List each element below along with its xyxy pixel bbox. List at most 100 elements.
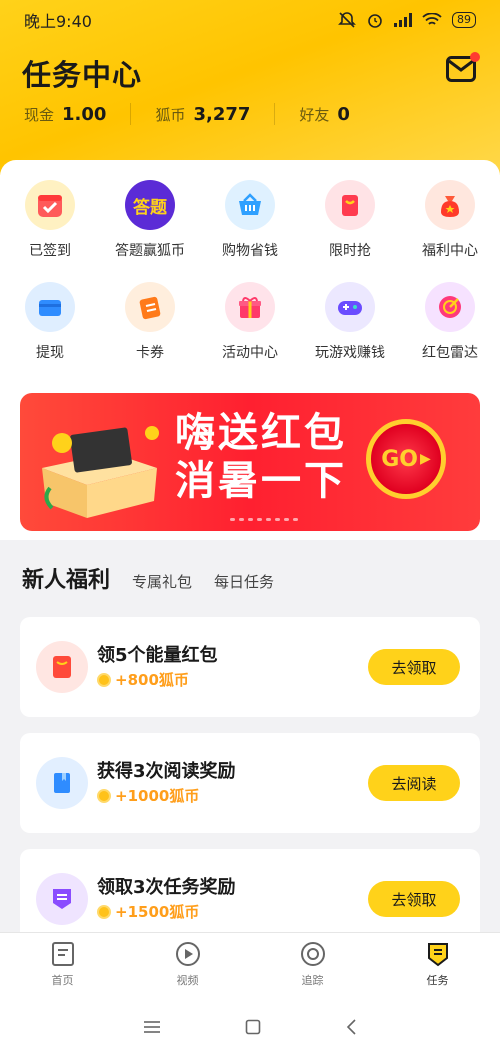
- quiz-icon: 答题: [125, 180, 175, 230]
- promo-banner[interactable]: 嗨送红包 消暑一下 GO ▶: [20, 393, 480, 531]
- divider: [274, 103, 276, 125]
- grid-label: 限时抢: [329, 243, 371, 259]
- read-button[interactable]: 去阅读: [368, 765, 460, 801]
- home-doc-icon: [51, 942, 74, 966]
- red-envelope-icon: [36, 641, 88, 693]
- task-title: 领取3次任务奖励: [97, 877, 236, 898]
- claim-button[interactable]: 去领取: [368, 881, 460, 917]
- book-icon: [36, 757, 88, 809]
- reward-text: +1000狐币: [115, 787, 200, 805]
- divider: [130, 103, 132, 125]
- tab-newcomer[interactable]: 新人福利: [22, 562, 110, 594]
- grid-item-games[interactable]: 玩游戏赚钱: [300, 282, 400, 362]
- grid-item-shopping[interactable]: 购物省钱: [200, 180, 300, 260]
- coin-icon: [97, 904, 111, 919]
- nav-track[interactable]: 追踪: [250, 933, 375, 997]
- track-icon: [300, 942, 325, 966]
- grid-item-welfare[interactable]: 福利中心: [400, 180, 500, 260]
- stat-label: 好友: [299, 105, 330, 124]
- task-card: 领5个能量红包 +800狐币 去领取: [20, 617, 480, 717]
- grid-item-flash-sale[interactable]: 限时抢: [300, 180, 400, 260]
- reward-text: +800狐币: [115, 671, 189, 689]
- claim-button[interactable]: 去领取: [368, 649, 460, 685]
- mail-button[interactable]: [446, 52, 480, 84]
- feature-card: 已签到 答题 答题赢狐币 购物省钱 限时抢 福利中心 提现 卡券 活动中心 玩游…: [0, 160, 500, 540]
- task-title: 获得3次阅读奖励: [97, 761, 236, 782]
- go-label: GO: [381, 446, 418, 472]
- signal-icon: [394, 13, 412, 27]
- grid-item-withdraw[interactable]: 提现: [0, 282, 100, 362]
- lucky-bag-icon: [425, 180, 475, 230]
- grid-item-checkin[interactable]: 已签到: [0, 180, 100, 260]
- chevron-right-icon: ▶: [419, 451, 431, 467]
- status-bar: 晚上9:40 89: [0, 0, 500, 40]
- ticket-icon: [125, 282, 175, 332]
- quiz-badge-text: 答题: [133, 197, 167, 218]
- task-card: 领取3次任务奖励 +1500狐币 去领取: [20, 849, 480, 932]
- stat-cash[interactable]: 现金 1.00: [24, 104, 106, 125]
- radar-icon: [425, 282, 475, 332]
- notification-dot: [470, 52, 480, 62]
- feature-grid: 已签到 答题 答题赢狐币 购物省钱 限时抢 福利中心 提现 卡券 活动中心 玩游…: [0, 180, 500, 362]
- stat-coins[interactable]: 狐币 3,277: [155, 104, 250, 125]
- grid-label: 红包雷达: [422, 345, 478, 361]
- tab-exclusive-gift[interactable]: 专属礼包: [132, 571, 192, 592]
- task-card: 获得3次阅读奖励 +1000狐币 去阅读: [20, 733, 480, 833]
- alarm-icon: [368, 14, 382, 28]
- status-time: 晚上9:40: [24, 12, 92, 31]
- stat-value: 3,277: [193, 103, 251, 125]
- gift-bag-icon: [325, 180, 375, 230]
- grid-item-coupons[interactable]: 卡券: [100, 282, 200, 362]
- task-reward: +1000狐币: [97, 785, 199, 806]
- grid-label: 已签到: [29, 243, 71, 259]
- home-square-icon[interactable]: [245, 1019, 261, 1035]
- nav-home[interactable]: 首页: [0, 933, 125, 997]
- coin-icon: [97, 788, 111, 803]
- wifi-icon: [422, 13, 442, 25]
- nav-tasks[interactable]: 任务: [375, 933, 500, 997]
- bottom-nav: 首页 视频 追踪 任务: [0, 932, 500, 997]
- mute-icon: [338, 12, 356, 28]
- section-tabs: 新人福利 专属礼包 每日任务: [22, 562, 274, 594]
- carousel-indicator: [230, 518, 298, 521]
- back-icon[interactable]: [345, 1018, 357, 1035]
- nav-label: 首页: [51, 974, 74, 987]
- grid-label: 购物省钱: [222, 243, 278, 259]
- stat-label: 现金: [24, 105, 55, 124]
- stat-value: 0: [337, 103, 350, 125]
- play-icon: [175, 942, 200, 966]
- grid-item-radar[interactable]: 红包雷达: [400, 282, 500, 362]
- grid-label: 玩游戏赚钱: [315, 345, 385, 361]
- calendar-check-icon: [25, 180, 75, 230]
- status-icons: 89: [338, 11, 476, 29]
- basket-icon: [225, 180, 275, 230]
- go-button[interactable]: GO ▶: [366, 419, 446, 499]
- stat-label: 狐币: [155, 105, 186, 124]
- stat-value: 1.00: [62, 103, 107, 125]
- grid-item-events[interactable]: 活动中心: [200, 282, 300, 362]
- menu-icon[interactable]: [143, 1020, 161, 1034]
- gift-box-icon: [225, 282, 275, 332]
- task-title: 领5个能量红包: [97, 645, 218, 666]
- banner-line1: 嗨送红包: [175, 410, 347, 456]
- grid-label: 提现: [36, 345, 64, 361]
- banner-line2: 消暑一下: [175, 458, 347, 504]
- nav-video[interactable]: 视频: [125, 933, 250, 997]
- grid-label: 活动中心: [222, 345, 278, 361]
- stats-row: 现金 1.00 狐币 3,277 好友 0: [24, 103, 350, 125]
- treasure-box-icon: [42, 426, 159, 518]
- system-nav-bar: [0, 997, 500, 1056]
- task-shield-icon: [427, 943, 448, 967]
- nav-label: 任务: [426, 974, 449, 987]
- coin-icon: [97, 672, 111, 687]
- grid-item-quiz[interactable]: 答题 答题赢狐币: [100, 180, 200, 260]
- gamepad-icon: [325, 282, 375, 332]
- battery-indicator: 89: [452, 12, 476, 28]
- wallet-icon: [25, 282, 75, 332]
- tab-daily-tasks[interactable]: 每日任务: [214, 571, 274, 592]
- task-badge-icon: [36, 873, 88, 925]
- grid-label: 卡券: [136, 345, 164, 361]
- task-reward: +800狐币: [97, 669, 189, 690]
- banner-title: 嗨送红包 消暑一下: [175, 409, 347, 505]
- stat-friends[interactable]: 好友 0: [299, 104, 350, 125]
